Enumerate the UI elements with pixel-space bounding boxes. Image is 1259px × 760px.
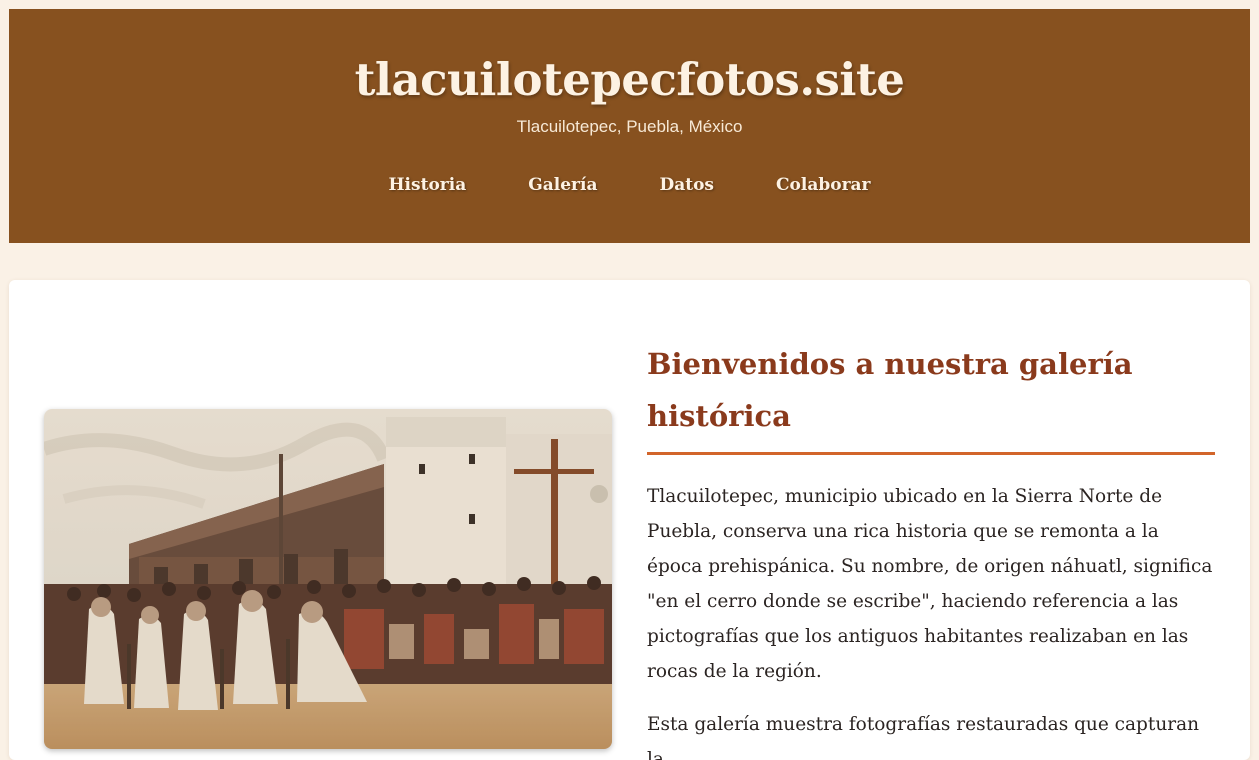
- site-subtitle: Tlacuilotepec, Puebla, México: [516, 117, 743, 136]
- historic-photo: [44, 409, 612, 749]
- welcome-heading: Bienvenidos a nuestra galería histórica: [647, 338, 1215, 455]
- site-header: tlacuilotepecfotos.site Tlacuilotepec, P…: [9, 9, 1250, 243]
- main-nav: Historia Galería Datos Colaborar: [9, 175, 1250, 195]
- nav-link-galeria[interactable]: Galería: [528, 175, 597, 195]
- nav-link-historia[interactable]: Historia: [389, 175, 467, 195]
- intro-text: Bienvenidos a nuestra galería histórica …: [647, 338, 1215, 760]
- main-content: Bienvenidos a nuestra galería histórica …: [9, 280, 1250, 760]
- site-title[interactable]: tlacuilotepecfotos.site: [9, 53, 1250, 106]
- nav-link-colaborar[interactable]: Colaborar: [776, 175, 871, 195]
- intro-paragraph: Tlacuilotepec, municipio ubicado en la S…: [647, 486, 1213, 682]
- nav-link-datos[interactable]: Datos: [659, 175, 714, 195]
